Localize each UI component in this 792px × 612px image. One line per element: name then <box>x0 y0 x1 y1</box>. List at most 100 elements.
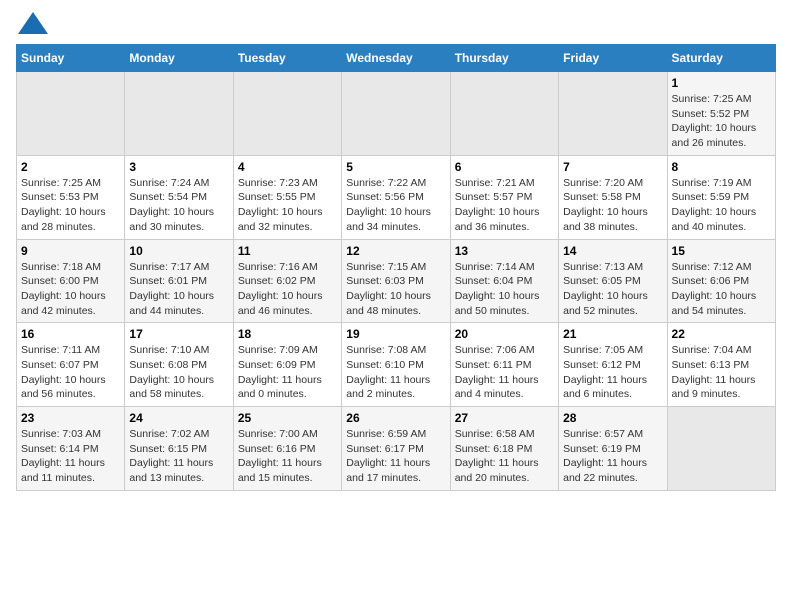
day-info: Sunrise: 7:11 AM Sunset: 6:07 PM Dayligh… <box>21 343 120 402</box>
calendar-week-row: 2 Sunrise: 7:25 AM Sunset: 5:53 PM Daylig… <box>17 155 776 239</box>
day-number: 13 <box>455 244 554 258</box>
calendar-cell: 28 Sunrise: 6:57 AM Sunset: 6:19 PM Dayli… <box>559 407 667 491</box>
day-info: Sunrise: 7:17 AM Sunset: 6:01 PM Dayligh… <box>129 260 228 319</box>
day-number: 14 <box>563 244 662 258</box>
day-number: 28 <box>563 411 662 425</box>
day-number: 6 <box>455 160 554 174</box>
day-number: 18 <box>238 327 337 341</box>
calendar-cell: 8 Sunrise: 7:19 AM Sunset: 5:59 PM Daylig… <box>667 155 775 239</box>
calendar-cell <box>342 72 450 156</box>
day-info: Sunrise: 7:14 AM Sunset: 6:04 PM Dayligh… <box>455 260 554 319</box>
day-info: Sunrise: 7:25 AM Sunset: 5:53 PM Dayligh… <box>21 176 120 235</box>
day-number: 10 <box>129 244 228 258</box>
day-of-week-header: Sunday <box>17 45 125 72</box>
day-info: Sunrise: 7:12 AM Sunset: 6:06 PM Dayligh… <box>672 260 771 319</box>
day-number: 2 <box>21 160 120 174</box>
calendar-cell: 21Sunrise: 7:05 AM Sunset: 6:12 PM Dayli… <box>559 323 667 407</box>
day-number: 12 <box>346 244 445 258</box>
day-number: 16 <box>21 327 120 341</box>
day-number: 27 <box>455 411 554 425</box>
day-info: Sunrise: 7:13 AM Sunset: 6:05 PM Dayligh… <box>563 260 662 319</box>
calendar-cell: 26Sunrise: 6:59 AM Sunset: 6:17 PM Dayli… <box>342 407 450 491</box>
day-info: Sunrise: 7:19 AM Sunset: 5:59 PM Dayligh… <box>672 176 771 235</box>
day-of-week-header: Wednesday <box>342 45 450 72</box>
calendar-cell: 22 Sunrise: 7:04 AM Sunset: 6:13 PM Dayli… <box>667 323 775 407</box>
calendar-cell: 19 Sunrise: 7:08 AM Sunset: 6:10 PM Dayli… <box>342 323 450 407</box>
calendar-week-row: 16 Sunrise: 7:11 AM Sunset: 6:07 PM Dayli… <box>17 323 776 407</box>
day-info: Sunrise: 7:24 AM Sunset: 5:54 PM Dayligh… <box>129 176 228 235</box>
day-info: Sunrise: 7:18 AM Sunset: 6:00 PM Dayligh… <box>21 260 120 319</box>
logo-icon <box>18 12 48 34</box>
calendar-cell: 15 Sunrise: 7:12 AM Sunset: 6:06 PM Dayli… <box>667 239 775 323</box>
day-number: 15 <box>672 244 771 258</box>
day-number: 20 <box>455 327 554 341</box>
calendar-cell <box>667 407 775 491</box>
day-number: 7 <box>563 160 662 174</box>
calendar-cell <box>559 72 667 156</box>
calendar-cell: 9 Sunrise: 7:18 AM Sunset: 6:00 PM Daylig… <box>17 239 125 323</box>
calendar-cell: 20 Sunrise: 7:06 AM Sunset: 6:11 PM Dayli… <box>450 323 558 407</box>
calendar-cell <box>450 72 558 156</box>
day-number: 9 <box>21 244 120 258</box>
day-info: Sunrise: 7:25 AM Sunset: 5:52 PM Dayligh… <box>672 92 771 151</box>
day-info: Sunrise: 7:20 AM Sunset: 5:58 PM Dayligh… <box>563 176 662 235</box>
day-number: 5 <box>346 160 445 174</box>
calendar-cell: 25 Sunrise: 7:00 AM Sunset: 6:16 PM Dayli… <box>233 407 341 491</box>
calendar-week-row: 9 Sunrise: 7:18 AM Sunset: 6:00 PM Daylig… <box>17 239 776 323</box>
day-info: Sunrise: 7:00 AM Sunset: 6:16 PM Dayligh… <box>238 427 337 486</box>
calendar-cell: 17 Sunrise: 7:10 AM Sunset: 6:08 PM Dayli… <box>125 323 233 407</box>
day-number: 11 <box>238 244 337 258</box>
logo <box>16 16 48 34</box>
day-number: 19 <box>346 327 445 341</box>
calendar-cell: 24 Sunrise: 7:02 AM Sunset: 6:15 PM Dayli… <box>125 407 233 491</box>
calendar-cell: 10 Sunrise: 7:17 AM Sunset: 6:01 PM Dayli… <box>125 239 233 323</box>
page-header <box>16 16 776 34</box>
calendar-cell: 13 Sunrise: 7:14 AM Sunset: 6:04 PM Dayli… <box>450 239 558 323</box>
day-number: 3 <box>129 160 228 174</box>
day-number: 17 <box>129 327 228 341</box>
calendar-cell: 1 Sunrise: 7:25 AM Sunset: 5:52 PM Daylig… <box>667 72 775 156</box>
day-info: Sunrise: 6:57 AM Sunset: 6:19 PM Dayligh… <box>563 427 662 486</box>
day-info: Sunrise: 7:22 AM Sunset: 5:56 PM Dayligh… <box>346 176 445 235</box>
calendar-cell: 3 Sunrise: 7:24 AM Sunset: 5:54 PM Daylig… <box>125 155 233 239</box>
calendar-header: SundayMondayTuesdayWednesdayThursdayFrid… <box>17 45 776 72</box>
day-of-week-header: Thursday <box>450 45 558 72</box>
calendar-cell: 11 Sunrise: 7:16 AM Sunset: 6:02 PM Dayli… <box>233 239 341 323</box>
calendar-cell: 14 Sunrise: 7:13 AM Sunset: 6:05 PM Dayli… <box>559 239 667 323</box>
day-number: 22 <box>672 327 771 341</box>
day-info: Sunrise: 7:15 AM Sunset: 6:03 PM Dayligh… <box>346 260 445 319</box>
day-info: Sunrise: 7:08 AM Sunset: 6:10 PM Dayligh… <box>346 343 445 402</box>
day-info: Sunrise: 7:10 AM Sunset: 6:08 PM Dayligh… <box>129 343 228 402</box>
calendar-cell: 5 Sunrise: 7:22 AM Sunset: 5:56 PM Daylig… <box>342 155 450 239</box>
calendar-cell <box>17 72 125 156</box>
day-info: Sunrise: 6:58 AM Sunset: 6:18 PM Dayligh… <box>455 427 554 486</box>
header-row: SundayMondayTuesdayWednesdayThursdayFrid… <box>17 45 776 72</box>
calendar-cell: 23Sunrise: 7:03 AM Sunset: 6:14 PM Dayli… <box>17 407 125 491</box>
day-info: Sunrise: 7:02 AM Sunset: 6:15 PM Dayligh… <box>129 427 228 486</box>
calendar-cell: 7 Sunrise: 7:20 AM Sunset: 5:58 PM Daylig… <box>559 155 667 239</box>
day-info: Sunrise: 7:04 AM Sunset: 6:13 PM Dayligh… <box>672 343 771 402</box>
day-info: Sunrise: 7:23 AM Sunset: 5:55 PM Dayligh… <box>238 176 337 235</box>
calendar-cell <box>125 72 233 156</box>
day-info: Sunrise: 7:09 AM Sunset: 6:09 PM Dayligh… <box>238 343 337 402</box>
day-number: 21 <box>563 327 662 341</box>
day-info: Sunrise: 7:06 AM Sunset: 6:11 PM Dayligh… <box>455 343 554 402</box>
calendar-cell: 18 Sunrise: 7:09 AM Sunset: 6:09 PM Dayli… <box>233 323 341 407</box>
day-number: 26 <box>346 411 445 425</box>
day-number: 23 <box>21 411 120 425</box>
calendar-cell: 27 Sunrise: 6:58 AM Sunset: 6:18 PM Dayli… <box>450 407 558 491</box>
day-info: Sunrise: 7:16 AM Sunset: 6:02 PM Dayligh… <box>238 260 337 319</box>
day-info: Sunrise: 7:21 AM Sunset: 5:57 PM Dayligh… <box>455 176 554 235</box>
calendar-cell <box>233 72 341 156</box>
calendar-week-row: 23Sunrise: 7:03 AM Sunset: 6:14 PM Dayli… <box>17 407 776 491</box>
day-number: 8 <box>672 160 771 174</box>
calendar-cell: 6 Sunrise: 7:21 AM Sunset: 5:57 PM Daylig… <box>450 155 558 239</box>
calendar-body: 1 Sunrise: 7:25 AM Sunset: 5:52 PM Daylig… <box>17 72 776 491</box>
day-of-week-header: Tuesday <box>233 45 341 72</box>
day-number: 1 <box>672 76 771 90</box>
calendar-cell: 4Sunrise: 7:23 AM Sunset: 5:55 PM Daylig… <box>233 155 341 239</box>
day-number: 24 <box>129 411 228 425</box>
day-number: 25 <box>238 411 337 425</box>
day-of-week-header: Saturday <box>667 45 775 72</box>
calendar-cell: 16 Sunrise: 7:11 AM Sunset: 6:07 PM Dayli… <box>17 323 125 407</box>
